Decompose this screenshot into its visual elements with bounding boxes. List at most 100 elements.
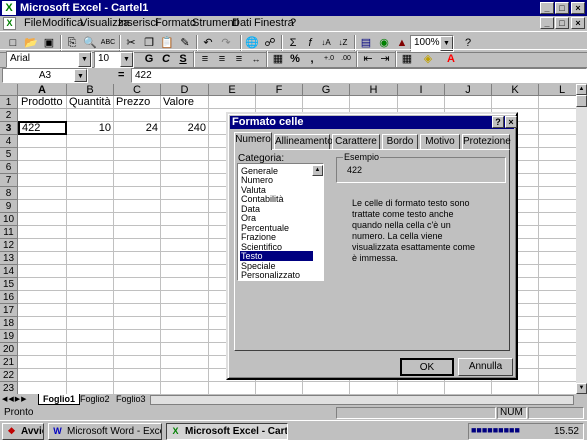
italic-button[interactable]: C xyxy=(158,51,174,67)
list-item[interactable]: Personalizzato xyxy=(240,270,313,280)
column-header-i[interactable]: I xyxy=(398,84,445,96)
workbook-icon[interactable]: X xyxy=(3,17,16,30)
cell-c3[interactable]: 24 xyxy=(114,122,160,135)
category-list[interactable]: Generale Numero Valuta Contabilità Data … xyxy=(237,163,324,281)
row-header-2[interactable]: 2 xyxy=(0,109,18,122)
column-header-k[interactable]: K xyxy=(492,84,539,96)
menu-inserisci[interactable]: Inserisci xyxy=(118,17,158,29)
decrease-decimal-icon[interactable]: .00 xyxy=(338,51,354,67)
chevron-down-icon[interactable]: ▼ xyxy=(74,69,87,82)
window-title-bar[interactable]: X Microsoft Excel - Cartel1 _ □ × xyxy=(0,0,587,16)
row-header-9[interactable]: 9 xyxy=(0,200,18,213)
row-header-19[interactable]: 19 xyxy=(0,330,18,343)
row-header-13[interactable]: 13 xyxy=(0,252,18,265)
minimize-button[interactable]: _ xyxy=(540,2,554,14)
column-header-l[interactable]: L xyxy=(539,84,576,96)
tray-icons[interactable]: ■■■■■■■■■ xyxy=(471,425,520,435)
dialog-close-button[interactable]: × xyxy=(505,116,517,128)
list-item[interactable]: Frazione xyxy=(240,232,313,242)
row-header-10[interactable]: 10 xyxy=(0,213,18,226)
start-button[interactable]: ❖ Avvio xyxy=(2,423,44,440)
row-header-1[interactable]: 1 xyxy=(0,96,18,109)
dialog-title-bar[interactable]: Formato celle ? × xyxy=(230,116,517,129)
taskbar-excel-button[interactable]: X Microsoft Excel - Cart... xyxy=(166,423,288,440)
cell-b3[interactable]: 10 xyxy=(67,122,113,135)
align-left-icon[interactable]: ≡ xyxy=(197,51,213,67)
menu-file[interactable]: File xyxy=(24,17,42,29)
bold-button[interactable]: G xyxy=(141,51,157,67)
scroll-up-icon[interactable]: ▲ xyxy=(576,84,587,95)
column-header-g[interactable]: G xyxy=(303,84,350,96)
close-button[interactable]: × xyxy=(571,2,585,14)
font-name-select[interactable]: Arial ▼ xyxy=(6,51,92,68)
sheet-tab-foglio2[interactable]: Foglio2 xyxy=(76,394,114,405)
column-header-c[interactable]: C xyxy=(114,84,161,96)
column-header-e[interactable]: E xyxy=(209,84,256,96)
menu-dati[interactable]: Dati xyxy=(232,17,252,29)
cell-b1[interactable]: Quantità xyxy=(67,96,114,109)
cell-d3[interactable]: 240 xyxy=(161,122,208,135)
row-header-18[interactable]: 18 xyxy=(0,317,18,330)
sheet-tab-foglio3[interactable]: Foglio3 xyxy=(112,394,150,405)
column-header-b[interactable]: B xyxy=(67,84,114,96)
column-header-j[interactable]: J xyxy=(445,84,492,96)
menu-modifica[interactable]: Modifica xyxy=(42,17,83,29)
column-header-f[interactable]: F xyxy=(256,84,303,96)
fill-color-icon[interactable]: ◈ xyxy=(420,51,436,67)
row-header-22[interactable]: 22 xyxy=(0,369,18,382)
row-header-15[interactable]: 15 xyxy=(0,278,18,291)
cell-c1[interactable]: Prezzo xyxy=(114,96,161,109)
row-header-20[interactable]: 20 xyxy=(0,343,18,356)
row-header-8[interactable]: 8 xyxy=(0,187,18,200)
row-header-21[interactable]: 21 xyxy=(0,356,18,369)
formula-input[interactable]: 422 xyxy=(131,68,587,83)
font-size-select[interactable]: 10 ▼ xyxy=(94,51,134,68)
formula-equals-sign[interactable]: = xyxy=(118,69,124,81)
thousands-separator-button[interactable]: , xyxy=(304,51,320,67)
increase-indent-icon[interactable]: ⇥ xyxy=(377,51,393,67)
list-scroll-up-icon[interactable]: ▲ xyxy=(312,165,323,176)
row-header-7[interactable]: 7 xyxy=(0,174,18,187)
tab-bordo[interactable]: Bordo xyxy=(382,134,418,149)
font-color-icon[interactable]: A xyxy=(443,51,459,67)
name-box[interactable]: A3 ▼ xyxy=(2,68,88,83)
cell-a3-active[interactable]: 422 xyxy=(18,121,67,135)
list-item[interactable]: Numero xyxy=(240,175,313,185)
row-header-4[interactable]: 4 xyxy=(0,135,18,148)
scroll-thumb[interactable] xyxy=(576,95,587,107)
row-header-5[interactable]: 5 xyxy=(0,148,18,161)
doc-close-button[interactable]: × xyxy=(571,17,585,29)
menu-help[interactable]: ? xyxy=(290,17,296,29)
percent-button[interactable]: % xyxy=(287,51,303,67)
scroll-down-icon[interactable]: ▼ xyxy=(576,383,587,394)
tab-protezione[interactable]: Protezione xyxy=(462,134,511,149)
tab-carattere[interactable]: Carattere xyxy=(332,134,380,149)
select-all-corner[interactable] xyxy=(0,84,18,96)
row-header-11[interactable]: 11 xyxy=(0,226,18,239)
excel-app-icon[interactable]: X xyxy=(2,1,16,15)
list-item[interactable]: Ora xyxy=(240,213,313,223)
decrease-indent-icon[interactable]: ⇤ xyxy=(360,51,376,67)
tab-numero[interactable]: Numero xyxy=(234,132,272,150)
currency-icon[interactable]: ▦ xyxy=(270,51,286,67)
ok-button[interactable]: OK xyxy=(400,358,454,376)
list-item-selected[interactable]: Testo xyxy=(240,251,313,261)
tab-motivo[interactable]: Motivo xyxy=(420,134,460,149)
taskbar-word-button[interactable]: W Microsoft Word - Excel.doc xyxy=(48,423,162,440)
increase-decimal-icon[interactable]: +.0 xyxy=(321,51,337,67)
menu-formato[interactable]: Formato xyxy=(155,17,196,29)
row-header-23[interactable]: 23 xyxy=(0,382,18,394)
tab-allineamento[interactable]: Allineamento xyxy=(274,134,333,149)
row-header-14[interactable]: 14 xyxy=(0,265,18,278)
column-header-a[interactable]: A xyxy=(18,84,67,96)
borders-icon[interactable]: ▦ xyxy=(399,51,415,67)
row-header-6[interactable]: 6 xyxy=(0,161,18,174)
row-header-12[interactable]: 12 xyxy=(0,239,18,252)
doc-minimize-button[interactable]: _ xyxy=(540,17,554,29)
align-right-icon[interactable]: ≡ xyxy=(231,51,247,67)
maximize-button[interactable]: □ xyxy=(555,2,569,14)
sheet-tab-foglio1[interactable]: Foglio1 xyxy=(38,394,80,405)
list-item[interactable]: Contabilità xyxy=(240,194,313,204)
cell-d1[interactable]: Valore xyxy=(161,96,208,109)
tab-scroll-arrows-icon[interactable]: ◀◀▶▶ xyxy=(2,395,28,403)
